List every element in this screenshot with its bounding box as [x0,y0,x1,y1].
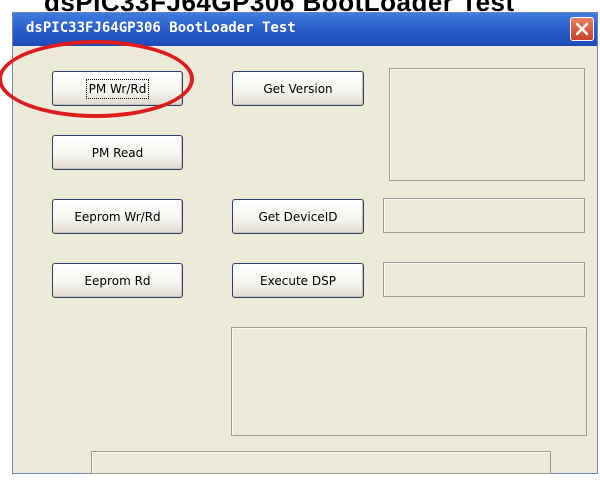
surface-speck [183,384,185,386]
pm-read-button[interactable]: PM Read [52,135,183,170]
execute-dsp-output[interactable] [383,262,585,297]
eeprom-rd-button[interactable]: Eeprom Rd [52,263,183,298]
title-bar[interactable]: dsPIC33FJ64GP306 BootLoader Test [13,13,597,46]
surface-speck [49,431,51,433]
get-version-button[interactable]: Get Version [232,71,364,106]
device-id-output[interactable] [383,198,585,233]
log-output[interactable] [231,327,587,436]
pm-read-label: PM Read [91,145,144,160]
eeprom-wr-rd-label: Eeprom Wr/Rd [74,209,161,224]
eeprom-rd-label: Eeprom Rd [84,273,151,288]
get-version-label: Get Version [263,81,333,96]
surface-speck [183,326,185,328]
close-icon [575,22,589,36]
pm-wr-rd-button[interactable]: PM Wr/Rd [52,71,183,106]
close-button[interactable] [570,17,594,41]
execute-dsp-label: Execute DSP [260,273,336,288]
progress-bar [91,451,551,474]
pm-wr-rd-label: PM Wr/Rd [85,78,150,99]
get-device-id-button[interactable]: Get DeviceID [232,199,364,234]
execute-dsp-button[interactable]: Execute DSP [232,263,364,298]
get-device-id-label: Get DeviceID [258,209,338,224]
window-title: dsPIC33FJ64GP306 BootLoader Test [26,20,296,36]
app-window: dsPIC33FJ64GP306 BootLoader Test PM Wr/R… [12,12,598,474]
version-output[interactable] [389,68,585,181]
eeprom-wr-rd-button[interactable]: Eeprom Wr/Rd [52,199,183,234]
